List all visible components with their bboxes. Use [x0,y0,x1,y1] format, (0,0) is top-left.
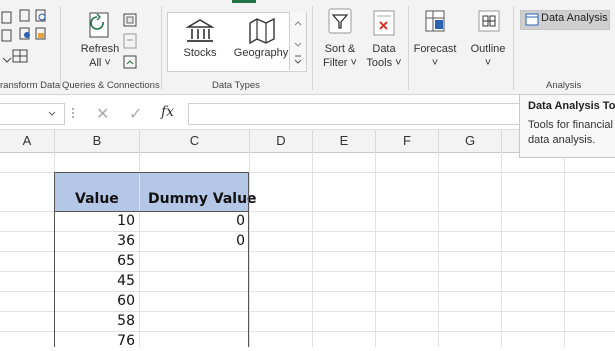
cell-b-value[interactable]: 76 [55,332,135,351]
grip-dots-icon [72,108,74,118]
geography-icon[interactable] [248,17,276,45]
stocks-icon[interactable] [185,18,215,44]
column-header-b[interactable]: B [55,130,140,153]
outline-label-2[interactable]: ˅ [466,56,510,70]
insert-function-icon[interactable]: fx [161,104,174,120]
chevron-down-icon[interactable] [48,111,56,117]
data-tools-label-2[interactable]: Tools ˅ [364,56,404,70]
column-header-d[interactable]: D [250,130,313,153]
table-header-value[interactable]: Value [55,173,139,211]
forecast-label-2[interactable]: ˅ [412,56,458,70]
cell-c-dummy-value[interactable]: 0 [140,232,245,251]
cell-c-dummy-value[interactable] [140,272,245,291]
sort-filter-icon[interactable] [328,8,352,34]
stocks-label[interactable]: Stocks [180,46,220,60]
sort-filter-label-1[interactable]: Sort & [318,42,362,56]
cell-b-value[interactable]: 36 [55,232,135,251]
forecast-icon[interactable] [425,10,447,34]
gallery-scroll[interactable] [289,12,306,70]
data-tools-label-1[interactable]: Data [364,42,404,56]
cancel-icon[interactable]: ✕ [96,104,109,124]
refresh-all-label-2[interactable]: All ˅ [80,56,120,70]
tooltip-line-2: data analysis. [528,134,596,146]
name-box[interactable] [0,103,65,125]
cell-c-dummy-value[interactable] [140,292,245,311]
cell-b-value[interactable]: 58 [55,312,135,331]
table-border-top [54,172,249,173]
column-header-a[interactable]: A [0,130,55,153]
table-border-left [54,172,55,347]
tooltip-title: Data Analysis Too [528,100,615,112]
cell-b-value[interactable]: 45 [55,272,135,291]
cell-b-value[interactable]: 10 [55,212,135,231]
cell-b-value[interactable]: 65 [55,252,135,271]
get-transform-icons[interactable] [0,8,52,68]
data-tools-icon[interactable] [373,10,395,36]
column-header-c[interactable]: C [140,130,250,153]
cell-c-dummy-value[interactable] [140,312,245,331]
gallery-arrows-icon[interactable] [290,12,306,70]
table-header-dummy-value[interactable]: Dummy Value [140,173,257,211]
group-label-analysis: Analysis [546,80,582,91]
group-label-queries-connections: Queries & Connections [62,80,160,91]
group-label-transform-data: ransform Data [0,80,61,91]
outline-label-1[interactable]: Outline [466,42,510,56]
table-header-border [54,211,249,212]
enter-icon[interactable]: ✓ [129,104,142,124]
forecast-label-1[interactable]: Forecast [412,42,458,56]
column-header-e[interactable]: E [313,130,376,153]
sort-filter-label-2[interactable]: Filter ˅ [318,56,362,70]
ribbon: ransform Data Refresh All ˅ Queries & Co… [0,0,615,95]
cell-c-dummy-value[interactable] [140,252,245,271]
column-header-f[interactable]: F [376,130,439,153]
data-analysis-tooltip: Data Analysis Too Tools for financial a … [519,94,615,158]
table-border-right [248,172,249,347]
outline-icon[interactable] [478,10,500,34]
data-analysis-icon[interactable] [525,13,539,26]
cell-b-value[interactable]: 60 [55,292,135,311]
tooltip-line-1: Tools for financial a [528,119,615,131]
queries-small-icons[interactable] [122,12,140,74]
active-tab-indicator [232,0,256,3]
cell-c-dummy-value[interactable] [140,332,245,351]
refresh-all-label-1[interactable]: Refresh [80,42,120,56]
geography-label[interactable]: Geography [232,46,290,60]
column-header-g[interactable]: G [439,130,502,153]
refresh-all-icon[interactable] [84,12,118,42]
data-analysis-label[interactable]: Data Analysis [541,12,608,24]
cell-c-dummy-value[interactable]: 0 [140,212,245,231]
group-label-data-types: Data Types [212,80,260,91]
